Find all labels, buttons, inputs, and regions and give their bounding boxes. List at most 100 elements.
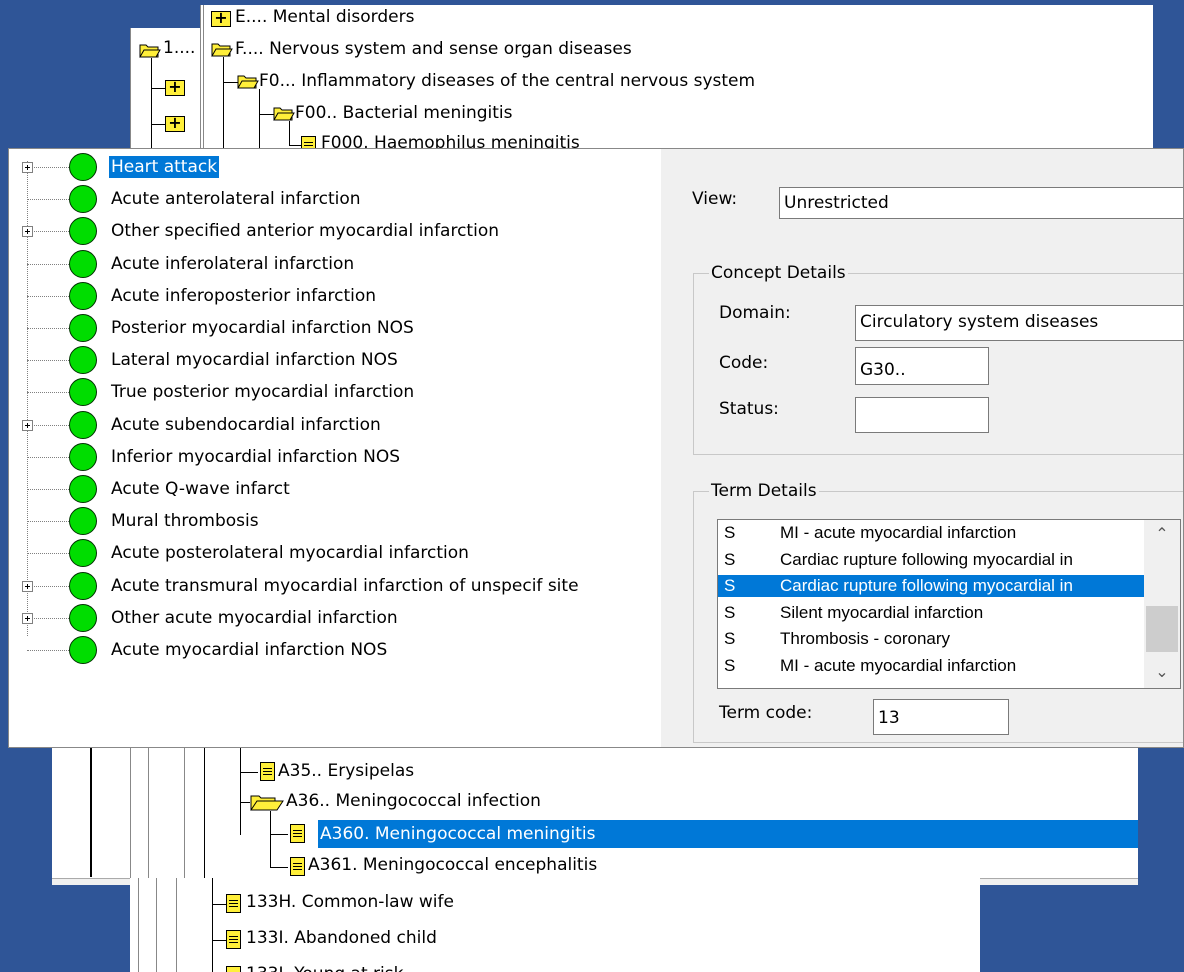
expand-icon[interactable]: [22, 580, 33, 592]
tree-item[interactable]: Other specified anterior myocardial infa…: [9, 215, 659, 247]
term-text: MI - acute myocardial infarction: [780, 655, 1017, 675]
term-code-label: Term code:: [719, 703, 813, 723]
tree-item-label: Acute inferolateral infarction: [111, 253, 355, 274]
term-row[interactable]: S Thrombosis - coronary: [718, 628, 1144, 650]
green-concept-icon: [69, 507, 97, 536]
tree-item-label: Acute Q-wave infarct: [111, 479, 290, 500]
terms-scrollbar[interactable]: ⌃ ⌄: [1144, 520, 1180, 688]
green-concept-icon: [69, 249, 97, 278]
expand-icon[interactable]: [22, 612, 33, 624]
tree-row-label[interactable]: A35.. Erysipelas: [278, 761, 414, 781]
tree-item-label: Acute subendocardial infarction: [111, 414, 381, 435]
term-status: S: [724, 523, 736, 542]
open-folder-icon: [250, 795, 284, 811]
term-code-value: 13: [878, 708, 900, 728]
green-concept-icon: [69, 314, 97, 343]
green-concept-icon: [69, 603, 97, 632]
terms-listbox[interactable]: S MI - acute myocardial infarction S Cardia…: [717, 519, 1181, 689]
green-concept-icon: [69, 539, 97, 568]
term-status: S: [724, 629, 736, 648]
open-folder-icon: [139, 44, 161, 58]
tree-row-label[interactable]: E.... Mental disorders: [235, 7, 414, 27]
plus-folder-icon[interactable]: [165, 113, 185, 132]
tree-item-label: Heart attack: [109, 156, 220, 179]
scroll-up-icon[interactable]: ⌃: [1144, 520, 1180, 550]
tree-item-label: Acute myocardial infarction NOS: [111, 640, 388, 661]
view-dropdown[interactable]: Unrestricted: [779, 187, 1183, 219]
selected-tree-row[interactable]: A360. Meningococcal meningitis: [318, 820, 1138, 848]
status-field[interactable]: [855, 397, 989, 433]
tree-item[interactable]: Mural thrombosis: [9, 505, 659, 537]
code-field[interactable]: G30..: [855, 347, 989, 385]
tree-item-label: Inferior myocardial infarction NOS: [111, 446, 400, 467]
green-concept-icon: [69, 475, 97, 504]
tree-item[interactable]: Acute Q-wave infarct: [9, 473, 659, 505]
green-concept-icon: [69, 636, 97, 665]
term-text: MI - acute myocardial infarction: [780, 523, 1017, 542]
plus-folder-icon[interactable]: [165, 77, 185, 96]
code-value: G30..: [860, 360, 906, 380]
tree-row-label[interactable]: A361. Meningococcal encephalitis: [308, 855, 597, 875]
tree-item[interactable]: Acute posterolateral myocardial infarcti…: [9, 537, 659, 569]
tree-item-label: Acute posterolateral myocardial infarcti…: [111, 543, 469, 564]
tree-item[interactable]: Posterior myocardial infarction NOS: [9, 312, 659, 344]
open-folder-icon: [211, 43, 233, 57]
green-concept-icon: [69, 378, 97, 407]
tree-item[interactable]: Other acute myocardial infarction: [9, 602, 659, 634]
term-text: Thrombosis - coronary: [780, 629, 951, 648]
tree-item-label: Mural thrombosis: [111, 511, 259, 532]
tree-row-label[interactable]: 133J. Young at risk: [246, 964, 403, 972]
green-concept-icon: [69, 571, 97, 600]
scroll-thumb[interactable]: [1146, 606, 1178, 652]
scroll-down-icon[interactable]: ⌄: [1144, 658, 1180, 688]
term-row[interactable]: S MI - acute myocardial infarction: [718, 522, 1144, 544]
term-row[interactable]: S Silent myocardial infarction: [718, 602, 1144, 624]
document-icon: [260, 762, 275, 781]
tree-item[interactable]: Acute anterolateral infarction: [9, 183, 659, 215]
term-row[interactable]: S MI - acute myocardial infarction: [718, 655, 1144, 677]
details-pane: View: Unrestricted Concept Details Domai…: [661, 149, 1183, 747]
tree-item[interactable]: True posterior myocardial infarction: [9, 376, 659, 408]
tree-item-label: Acute inferoposterior infarction: [111, 285, 377, 306]
tree-row-label[interactable]: F.... Nervous system and sense organ dis…: [235, 39, 632, 59]
domain-value: Circulatory system diseases: [860, 312, 1099, 332]
tree-row-label[interactable]: 133H. Common-law wife: [246, 892, 454, 912]
tree-item[interactable]: Acute myocardial infarction NOS: [9, 634, 659, 666]
green-concept-icon: [69, 281, 97, 310]
term-details-title: Term Details: [709, 481, 819, 501]
tree-item[interactable]: Heart attack: [9, 151, 659, 183]
domain-label: Domain:: [719, 303, 791, 323]
term-row[interactable]: S Cardiac rupture following myocardial in: [718, 575, 1144, 597]
tree-item-label: Posterior myocardial infarction NOS: [111, 318, 414, 339]
expand-icon[interactable]: [22, 162, 33, 174]
term-row[interactable]: S Cardiac rupture following myocardial in: [718, 549, 1144, 571]
tree-item-label: Lateral myocardial infarction NOS: [111, 350, 398, 371]
document-icon: [290, 857, 305, 876]
open-folder-icon: [273, 107, 295, 121]
tree-item-label: True posterior myocardial infarction: [111, 382, 415, 403]
tree-item[interactable]: Acute inferoposterior infarction: [9, 280, 659, 312]
domain-field[interactable]: Circulatory system diseases: [855, 305, 1183, 341]
tree-item[interactable]: Lateral myocardial infarction NOS: [9, 344, 659, 376]
term-code-field[interactable]: 13: [873, 699, 1009, 735]
document-icon: [290, 824, 305, 843]
tree-item[interactable]: Acute inferolateral infarction: [9, 248, 659, 280]
expand-icon[interactable]: [22, 226, 33, 238]
green-concept-icon: [69, 153, 97, 182]
tree-row-label[interactable]: 133I. Abandoned child: [246, 928, 437, 948]
tree-item[interactable]: Acute subendocardial infarction: [9, 409, 659, 441]
tree-row-label[interactable]: F00.. Bacterial meningitis: [295, 103, 512, 123]
tree-item[interactable]: Acute transmural myocardial infarction o…: [9, 570, 659, 602]
tree-row-label: A360. Meningococcal meningitis: [320, 824, 596, 844]
green-concept-icon: [69, 442, 97, 471]
tree-row-label[interactable]: A36.. Meningococcal infection: [286, 791, 541, 811]
term-text: Silent myocardial infarction: [780, 602, 984, 622]
tree-item[interactable]: Inferior myocardial infarction NOS: [9, 441, 659, 473]
green-concept-icon: [69, 410, 97, 439]
tree-row-label[interactable]: F0... Inflammatory diseases of the centr…: [259, 71, 755, 91]
expand-icon[interactable]: [22, 419, 33, 431]
plus-folder-icon[interactable]: [211, 8, 231, 27]
document-icon: [226, 966, 241, 972]
open-folder-icon: [237, 75, 259, 89]
status-label: Status:: [719, 399, 779, 419]
